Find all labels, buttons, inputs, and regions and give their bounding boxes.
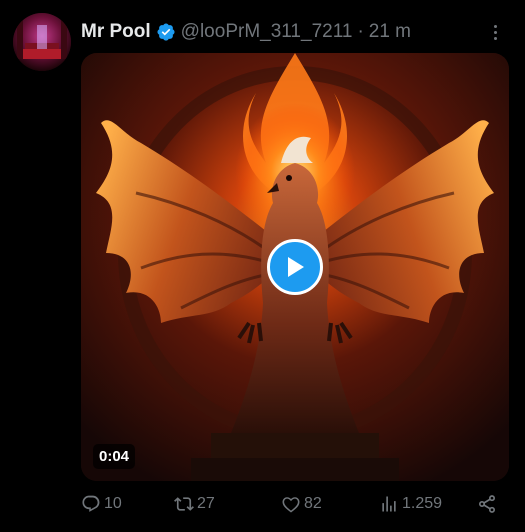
avatar-image xyxy=(13,13,71,71)
like-count: 82 xyxy=(304,495,322,512)
more-options-icon[interactable] xyxy=(485,22,505,42)
post-header: Mr Pool @looPrM_311_7211 · 21 m xyxy=(81,20,411,44)
play-icon xyxy=(288,257,304,277)
repost-button[interactable]: 27 xyxy=(174,490,215,518)
like-button[interactable]: 82 xyxy=(281,490,322,518)
post-actions: 10 27 82 1.259 xyxy=(81,490,501,518)
reply-icon xyxy=(82,495,100,512)
display-name[interactable]: Mr Pool xyxy=(81,21,151,43)
video-duration: 0:04 xyxy=(93,444,136,469)
views-icon xyxy=(382,496,396,512)
views-count: 1.259 xyxy=(402,495,443,512)
share-button[interactable] xyxy=(477,490,500,518)
repost-count: 27 xyxy=(197,495,215,512)
separator-dot: · xyxy=(357,21,364,42)
avatar[interactable] xyxy=(13,13,71,71)
user-handle[interactable]: @looPrM_311_7211 xyxy=(181,21,353,43)
reply-button[interactable]: 10 xyxy=(81,490,122,518)
play-button[interactable] xyxy=(267,239,323,295)
views-button[interactable]: 1.259 xyxy=(379,490,442,518)
post-timestamp[interactable]: 21 m xyxy=(369,21,411,43)
video-player[interactable]: 0:04 xyxy=(81,53,509,481)
repost-icon xyxy=(174,497,194,511)
verified-badge-icon xyxy=(157,23,175,41)
heart-icon xyxy=(282,497,300,513)
share-icon xyxy=(479,495,495,513)
reply-count: 10 xyxy=(104,495,122,512)
